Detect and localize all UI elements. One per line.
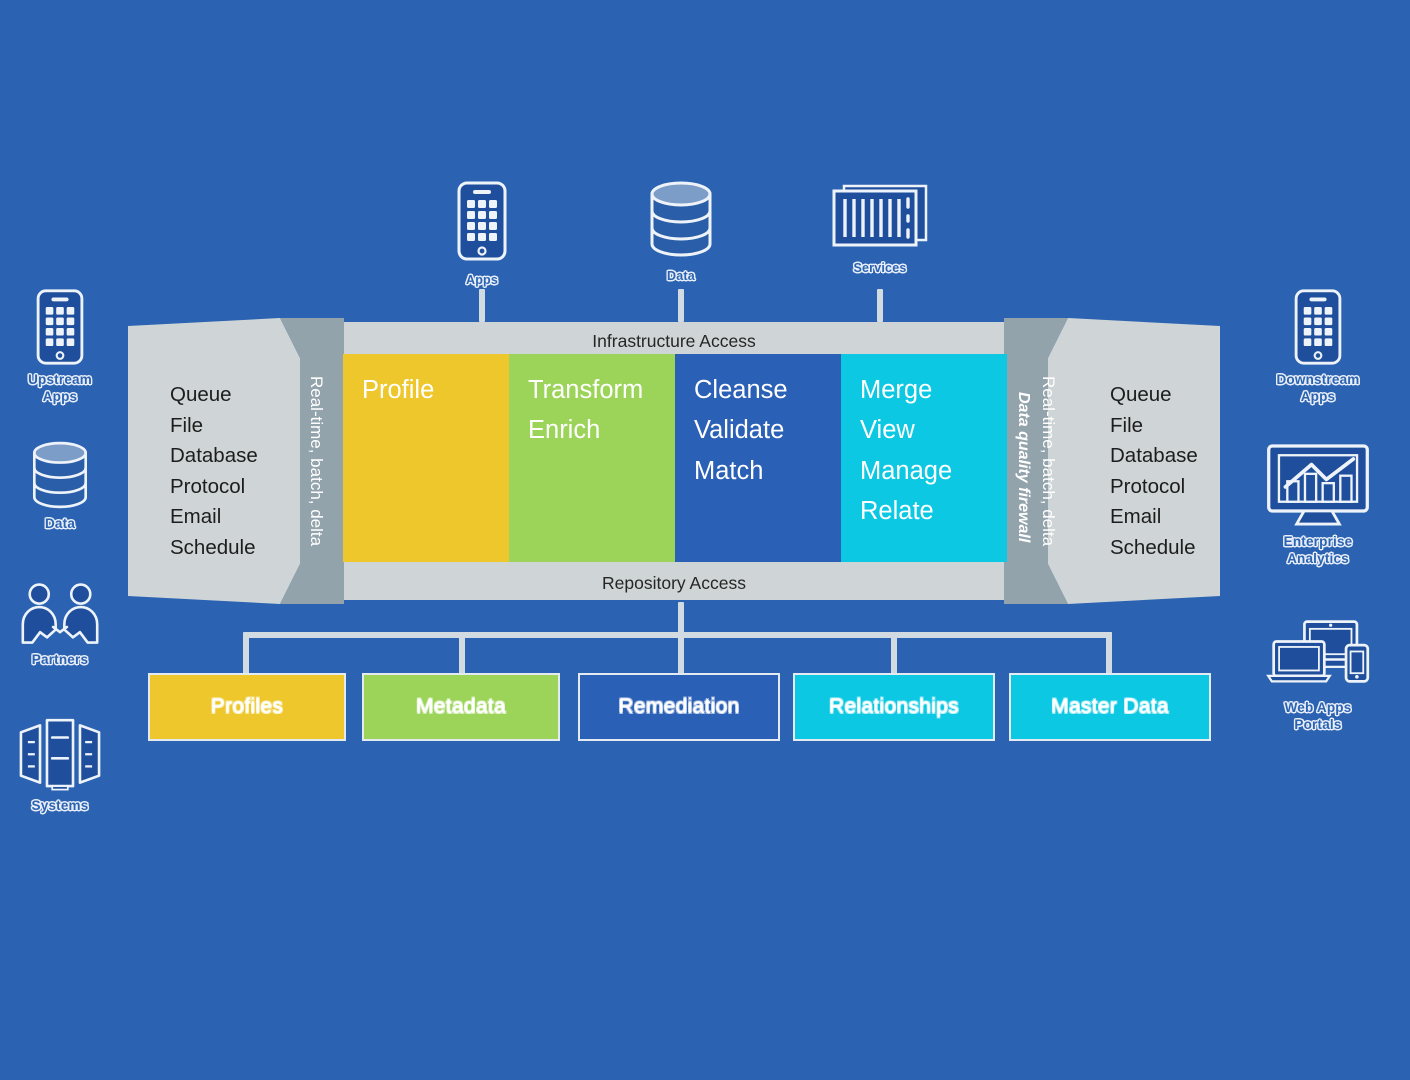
core-line: Enrich	[528, 416, 601, 445]
core-line: Manage	[860, 456, 953, 485]
right-delivery-strip-label: Real-time, batch, delta	[1039, 375, 1058, 547]
actor-label-line2: Analytics	[1287, 550, 1349, 566]
channel-item: Email	[1110, 505, 1162, 529]
left-delivery-strip-label: Real-time, batch, delta	[307, 375, 326, 547]
actor-label-line1: Enterprise	[1283, 534, 1353, 549]
actor-label-line2: Apps	[42, 388, 78, 404]
actor-systems: Systems	[0, 716, 120, 814]
repository-metadata[interactable]: Metadata	[362, 673, 560, 741]
connector-drop-remediation	[678, 632, 684, 675]
actor-web-apps-portals: Web Apps Portals	[1258, 618, 1378, 732]
top-source-label: Data	[667, 269, 695, 283]
channel-item: Email	[170, 505, 222, 529]
repository-label: Master Data	[1051, 695, 1169, 718]
repository-profiles[interactable]: Profiles	[148, 673, 346, 741]
actor-label-line2: Portals	[1294, 716, 1342, 732]
repository-master-data[interactable]: Master Data	[1009, 673, 1211, 741]
actor-label-line1: Web Apps	[1284, 700, 1352, 715]
repository-remediation[interactable]: Remediation	[578, 673, 780, 741]
mobile-phone-icon	[1258, 288, 1378, 366]
channel-item: File	[170, 413, 204, 437]
actor-data: Data	[0, 440, 120, 532]
channel-item: File	[1110, 413, 1144, 437]
connector-drop-profiles	[243, 632, 249, 675]
analytics-monitor-icon	[1258, 442, 1378, 528]
actor-upstream-apps: Upstream Apps	[0, 288, 120, 404]
actor-partners: Partners	[0, 582, 120, 668]
diagram-canvas: Apps Data Services Upstream Apps Data Pa…	[0, 0, 1410, 1080]
core-line: Transform	[528, 376, 644, 404]
multi-device-icon	[1258, 618, 1378, 694]
top-source-label: Apps	[465, 273, 499, 287]
actor-enterprise-analytics: Enterprise Analytics	[1258, 442, 1378, 566]
repository-relationships[interactable]: Relationships	[793, 673, 995, 741]
core-line: Profile	[362, 376, 435, 404]
actor-downstream-apps: Downstream Apps	[1258, 288, 1378, 404]
actor-label-line1: Downstream	[1276, 372, 1360, 387]
channel-item: Protocol	[170, 474, 246, 498]
channel-item: Protocol	[1110, 474, 1186, 498]
channel-item: Schedule	[170, 535, 256, 559]
server-rack-icon	[830, 184, 930, 254]
top-source-apps: Apps	[412, 180, 552, 287]
actor-label-line2: Apps	[1300, 388, 1336, 404]
top-source-label: Services	[853, 261, 907, 275]
core-line: Merge	[860, 376, 933, 404]
core-block-cleanse[interactable]: Cleanse Validate Match	[675, 354, 841, 562]
core-block-merge[interactable]: Merge View Manage Relate	[841, 354, 1007, 562]
repository-label: Metadata	[416, 695, 506, 718]
channel-item: Database	[170, 444, 258, 468]
connector-drop-metadata	[459, 632, 465, 675]
core-line: Cleanse	[694, 376, 788, 404]
left-channel-list: Queue File Database Protocol Email Sched…	[170, 380, 258, 563]
actor-label-line1: Systems	[31, 798, 89, 813]
channel-item: Database	[1110, 444, 1198, 468]
channel-item: Queue	[1110, 383, 1172, 406]
connector-band-to-bus	[678, 602, 684, 634]
core-line: Relate	[860, 496, 934, 525]
channel-item: Queue	[170, 383, 232, 406]
server-towers-icon	[0, 716, 120, 792]
mobile-phone-icon	[0, 288, 120, 366]
core-block-profile[interactable]: Profile	[343, 354, 509, 562]
connector-drop-relationships	[891, 632, 897, 675]
top-source-services: Services	[810, 180, 950, 275]
database-cylinder-icon	[0, 440, 120, 510]
right-channel-list: Queue File Database Protocol Email Sched…	[1110, 380, 1198, 563]
repository-label: Relationships	[829, 695, 959, 718]
actor-label-line1: Partners	[31, 652, 89, 667]
core-line: View	[860, 416, 915, 445]
database-cylinder-icon	[646, 181, 716, 262]
core-block-transform[interactable]: Transform Enrich	[509, 354, 675, 562]
core-line: Validate	[694, 416, 785, 445]
top-source-data: Data	[611, 180, 751, 283]
connector-drop-master-data	[1106, 632, 1112, 675]
channel-item: Schedule	[1110, 535, 1196, 559]
core-line: Match	[694, 456, 764, 485]
actor-label-line1: Upstream	[28, 372, 92, 387]
repository-label: Remediation	[618, 695, 740, 718]
repository-label: Profiles	[210, 695, 284, 718]
handshake-icon	[0, 582, 120, 646]
actor-label-line1: Data	[44, 516, 76, 531]
mobile-phone-icon	[456, 181, 508, 266]
